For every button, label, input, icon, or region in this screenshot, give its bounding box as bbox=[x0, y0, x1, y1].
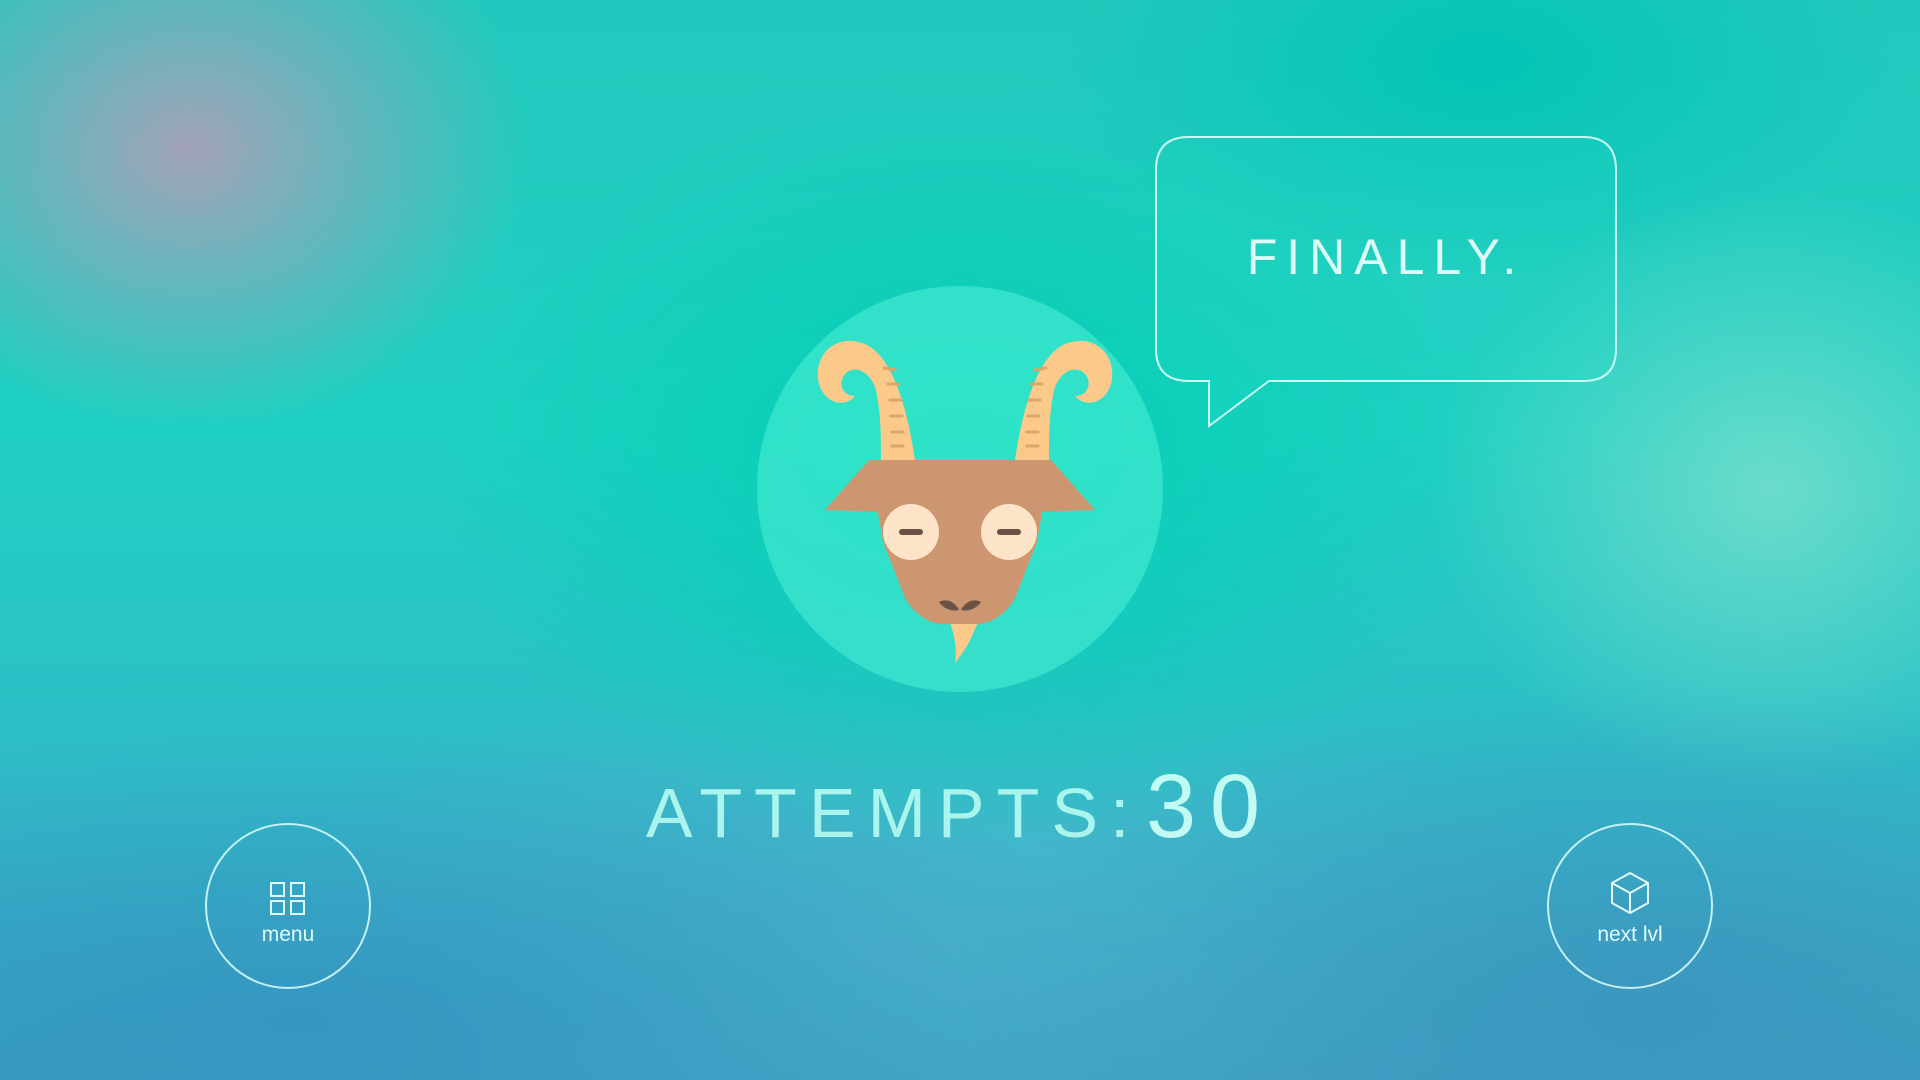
next-level-label: next lvl bbox=[1597, 923, 1663, 946]
cube-icon bbox=[1611, 872, 1649, 914]
menu-label: menu bbox=[261, 923, 315, 946]
goat-icon bbox=[817, 340, 1113, 664]
next-level-button[interactable]: next lvl bbox=[1547, 823, 1713, 989]
right-eyelid bbox=[997, 529, 1021, 535]
speech-text: FINALLY. bbox=[1246, 229, 1526, 285]
menu-button[interactable]: menu bbox=[205, 823, 371, 989]
grid-icon bbox=[270, 882, 305, 915]
game-screen: { "dialog": { "speech_text": "FINALLY." … bbox=[0, 0, 1920, 1080]
left-eyelid bbox=[899, 529, 923, 535]
attempts-label: ATTEMPTS: bbox=[645, 774, 1142, 852]
attempts-value: 30 bbox=[1145, 757, 1275, 857]
beard bbox=[949, 620, 979, 664]
